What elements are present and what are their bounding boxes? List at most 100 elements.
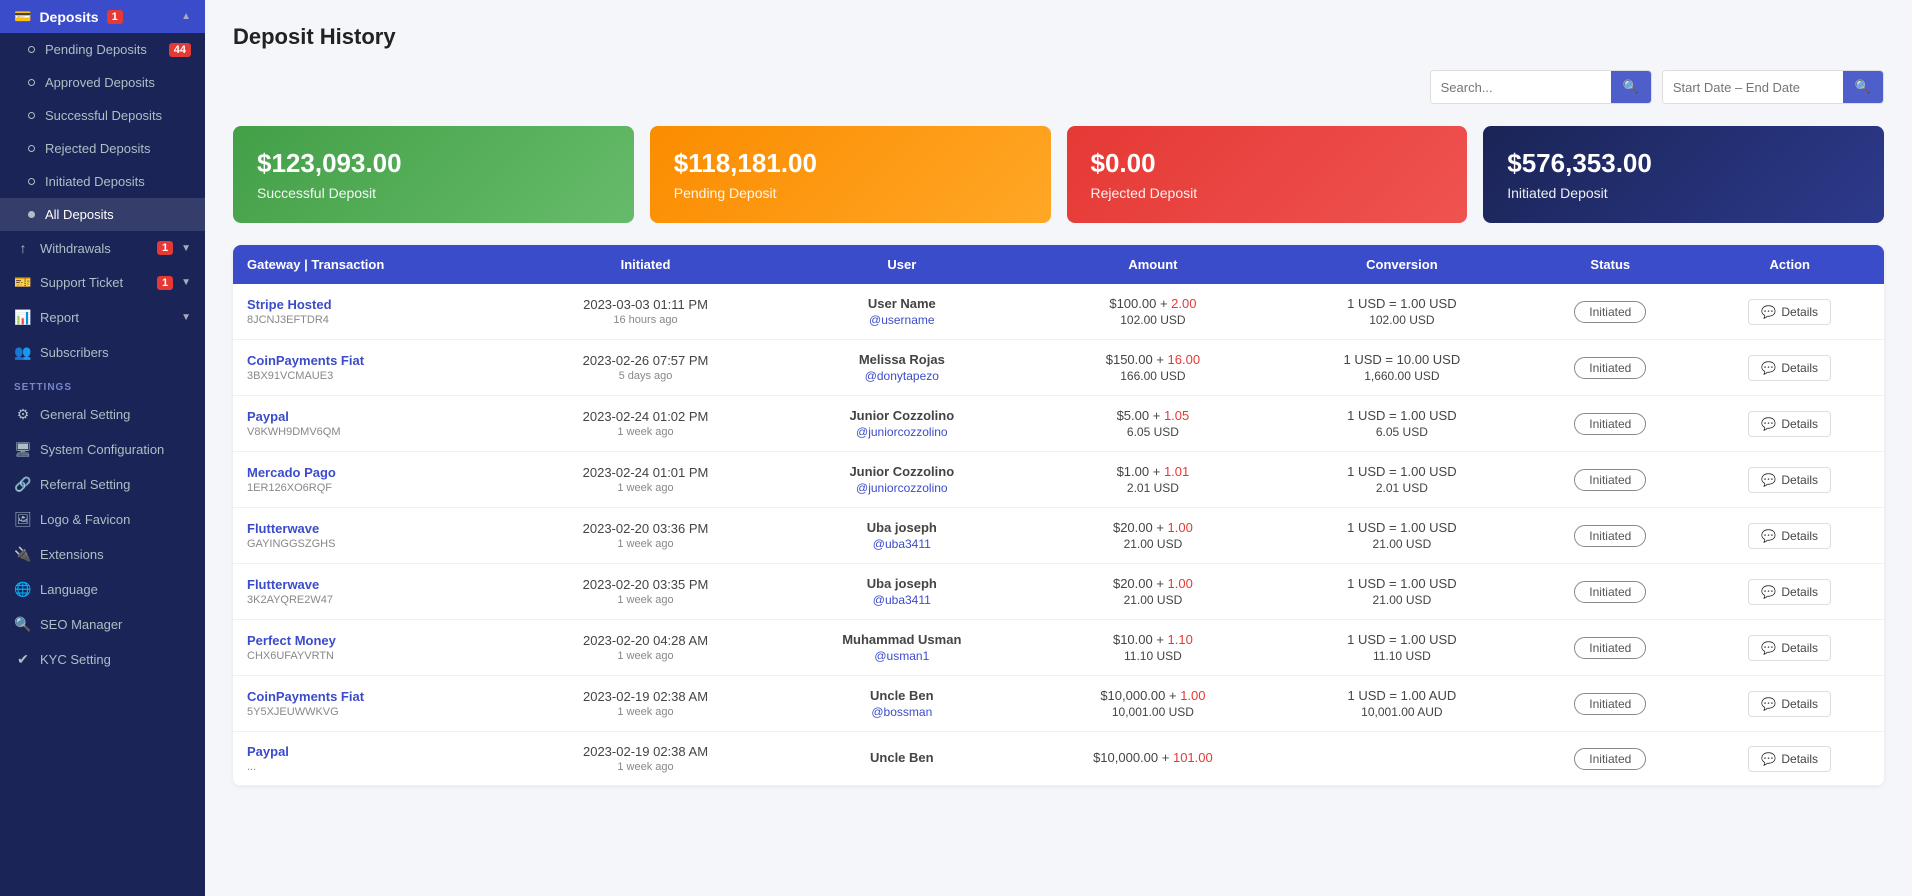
action-cell: 💬 Details	[1695, 340, 1884, 396]
sidebar-item-language[interactable]: 🌐 Language	[0, 572, 205, 607]
subscribers-icon: 👥	[14, 344, 32, 361]
chat-icon: 💬	[1761, 752, 1776, 766]
initiated-cell: 2023-02-24 01:01 PM 1 week ago	[515, 452, 777, 508]
amount-fee: 1.05	[1164, 408, 1189, 423]
sidebar-item-system-configuration[interactable]: 🖥 System Configuration	[0, 432, 205, 467]
sidebar-item-initiated-deposits[interactable]: Initiated Deposits	[0, 165, 205, 198]
gateway-name[interactable]: Perfect Money	[247, 633, 501, 648]
sidebar-item-rejected-deposits[interactable]: Rejected Deposits	[0, 132, 205, 165]
sidebar-item-deposits[interactable]: 💳 Deposits 1 ▲	[0, 0, 205, 33]
details-button[interactable]: 💬 Details	[1748, 691, 1831, 717]
gateway-name[interactable]: Paypal	[247, 409, 501, 424]
user-name: Melissa Rojas	[790, 352, 1013, 367]
initiated-date: 2023-02-20 04:28 AM	[529, 633, 763, 648]
date-search-button[interactable]: 🔍	[1843, 71, 1883, 103]
details-label: Details	[1781, 697, 1818, 711]
gateway-cell: Paypal ...	[233, 732, 515, 786]
details-button[interactable]: 💬 Details	[1748, 635, 1831, 661]
sidebar-seo-manager-label: SEO Manager	[40, 617, 122, 632]
sidebar-successful-deposits-label: Successful Deposits	[45, 108, 162, 123]
sidebar-item-all-deposits[interactable]: All Deposits	[0, 198, 205, 231]
search-input[interactable]	[1431, 73, 1611, 102]
action-cell: 💬 Details	[1695, 452, 1884, 508]
action-cell: 💬 Details	[1695, 676, 1884, 732]
user-handle[interactable]: @uba3411	[790, 593, 1013, 607]
search-button[interactable]: 🔍	[1611, 71, 1651, 103]
summary-card-0: $123,093.00 Successful Deposit	[233, 126, 634, 223]
chat-icon: 💬	[1761, 473, 1776, 487]
sidebar-item-support-ticket[interactable]: 🎫 Support Ticket 1 ▼	[0, 265, 205, 300]
summary-cards: $123,093.00 Successful Deposit $118,181.…	[233, 126, 1884, 223]
user-handle[interactable]: @uba3411	[790, 537, 1013, 551]
initiated-ago: 1 week ago	[529, 538, 763, 550]
sidebar-subscribers-label: Subscribers	[40, 345, 109, 360]
initiated-ago: 5 days ago	[529, 370, 763, 382]
sidebar-item-extensions[interactable]: 🔌 Extensions	[0, 537, 205, 572]
details-button[interactable]: 💬 Details	[1748, 355, 1831, 381]
action-cell: 💬 Details	[1695, 396, 1884, 452]
user-handle[interactable]: @juniorcozzolino	[790, 425, 1013, 439]
sidebar-item-kyc-setting[interactable]: ✔ KYC Setting	[0, 642, 205, 677]
sidebar-item-logo-favicon[interactable]: 🖼 Logo & Favicon	[0, 502, 205, 537]
amount-main: $20.00 + 1.00	[1041, 576, 1264, 591]
table-row: Paypal ... 2023-02-19 02:38 AM 1 week ag…	[233, 732, 1884, 786]
sidebar-item-withdrawals[interactable]: ↑ Withdrawals 1 ▼	[0, 231, 205, 265]
conv-rate: 1 USD = 1.00 USD	[1293, 632, 1511, 647]
gateway-name[interactable]: Mercado Pago	[247, 465, 501, 480]
details-button[interactable]: 💬 Details	[1748, 467, 1831, 493]
details-label: Details	[1781, 417, 1818, 431]
gateway-name[interactable]: Flutterwave	[247, 521, 501, 536]
user-handle[interactable]: @donytapezo	[790, 369, 1013, 383]
pending-deposits-badge: 44	[169, 43, 191, 57]
sidebar-item-general-setting[interactable]: ⚙ General Setting	[0, 397, 205, 432]
sidebar-item-referral-setting[interactable]: 🔗 Referral Setting	[0, 467, 205, 502]
sidebar-item-approved-deposits[interactable]: Approved Deposits	[0, 66, 205, 99]
action-cell: 💬 Details	[1695, 284, 1884, 340]
tx-id: 3K2AYQRE2W47	[247, 594, 501, 606]
gateway-name[interactable]: Stripe Hosted	[247, 297, 501, 312]
details-button[interactable]: 💬 Details	[1748, 523, 1831, 549]
system-config-icon: 🖥	[14, 441, 32, 458]
user-cell: User Name @username	[776, 284, 1027, 340]
table-body: Stripe Hosted 8JCNJ3EFTDR4 2023-03-03 01…	[233, 284, 1884, 786]
user-cell: Uncle Ben	[776, 732, 1027, 786]
tx-id: V8KWH9DMV6QM	[247, 426, 501, 438]
details-label: Details	[1781, 529, 1818, 543]
user-handle[interactable]: @username	[790, 313, 1013, 327]
sidebar-kyc-setting-label: KYC Setting	[40, 652, 111, 667]
sidebar-referral-setting-label: Referral Setting	[40, 477, 130, 492]
date-range-input[interactable]	[1663, 73, 1843, 102]
conversion-cell: 1 USD = 1.00 USD 21.00 USD	[1279, 564, 1525, 620]
amount-fee: 16.00	[1168, 352, 1201, 367]
details-button[interactable]: 💬 Details	[1748, 579, 1831, 605]
card-label: Successful Deposit	[257, 185, 610, 201]
conv-total: 21.00 USD	[1293, 537, 1511, 551]
sidebar-language-label: Language	[40, 582, 98, 597]
conv-rate: 1 USD = 1.00 USD	[1293, 296, 1511, 311]
initiated-date: 2023-03-03 01:11 PM	[529, 297, 763, 312]
amount-main: $10.00 + 1.10	[1041, 632, 1264, 647]
sidebar-item-seo-manager[interactable]: 🔍 SEO Manager	[0, 607, 205, 642]
user-handle[interactable]: @juniorcozzolino	[790, 481, 1013, 495]
gateway-name[interactable]: Paypal	[247, 744, 501, 759]
details-button[interactable]: 💬 Details	[1748, 411, 1831, 437]
sidebar-item-successful-deposits[interactable]: Successful Deposits	[0, 99, 205, 132]
amount-total: 21.00 USD	[1041, 593, 1264, 607]
conv-rate: 1 USD = 10.00 USD	[1293, 352, 1511, 367]
gateway-name[interactable]: CoinPayments Fiat	[247, 689, 501, 704]
conversion-cell	[1279, 732, 1525, 786]
gateway-name[interactable]: Flutterwave	[247, 577, 501, 592]
amount-cell: $10.00 + 1.10 11.10 USD	[1027, 620, 1278, 676]
sidebar-item-report[interactable]: 📊 Report ▼	[0, 300, 205, 335]
gateway-name[interactable]: CoinPayments Fiat	[247, 353, 501, 368]
user-name: Uncle Ben	[790, 688, 1013, 703]
user-handle[interactable]: @bossman	[790, 705, 1013, 719]
amount-cell: $10,000.00 + 101.00	[1027, 732, 1278, 786]
sidebar-item-pending-deposits[interactable]: Pending Deposits 44	[0, 33, 205, 66]
user-handle[interactable]: @usman1	[790, 649, 1013, 663]
sidebar-item-subscribers[interactable]: 👥 Subscribers	[0, 335, 205, 370]
details-button[interactable]: 💬 Details	[1748, 299, 1831, 325]
details-button[interactable]: 💬 Details	[1748, 746, 1831, 772]
chat-icon: 💬	[1761, 305, 1776, 319]
table-header-cell: Amount	[1027, 245, 1278, 284]
